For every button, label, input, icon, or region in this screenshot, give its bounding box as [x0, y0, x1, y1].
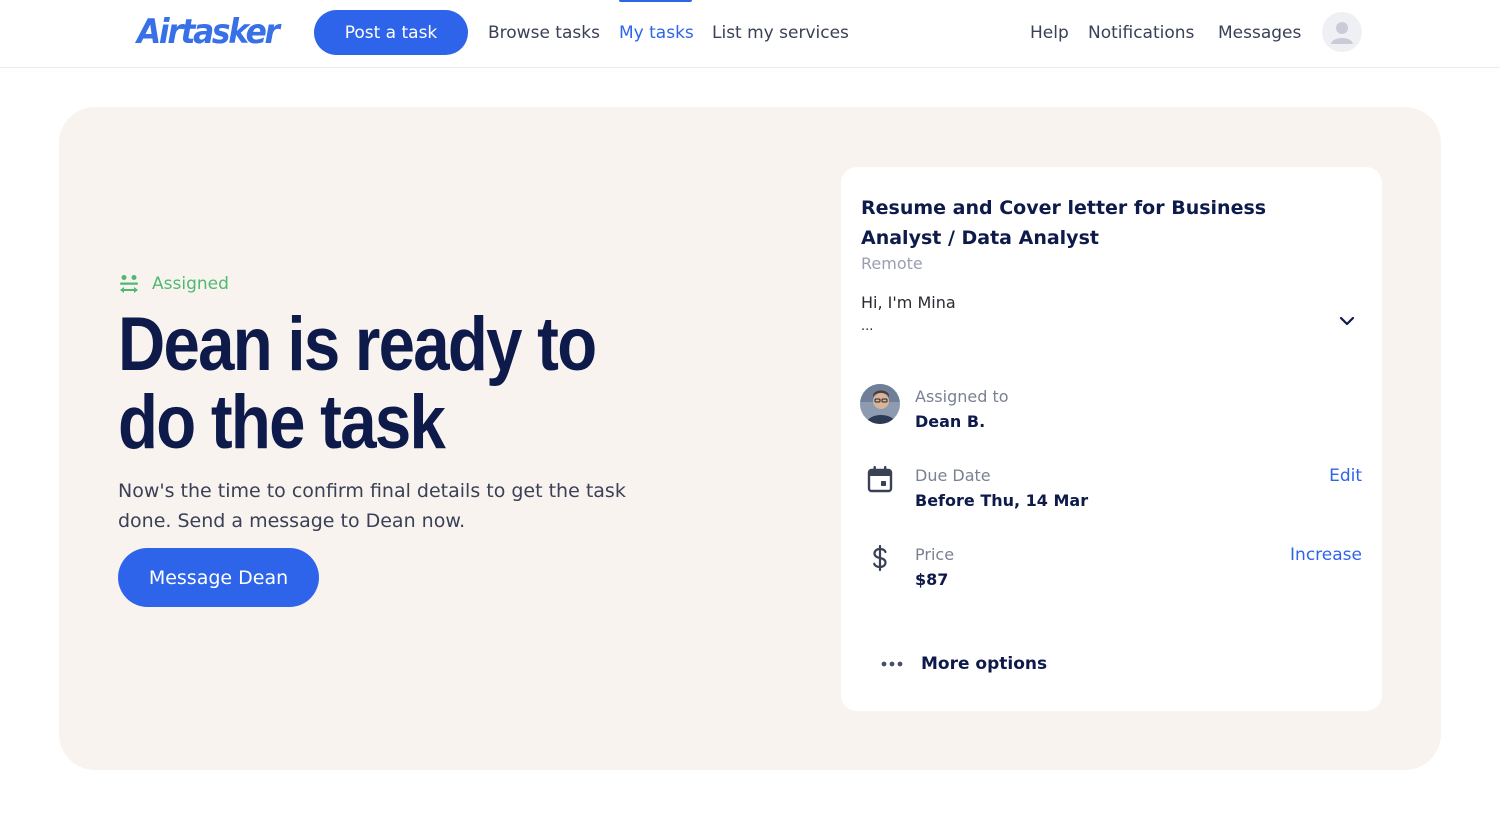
nav-browse-tasks[interactable]: Browse tasks: [488, 22, 600, 44]
more-options-button[interactable]: More options: [881, 652, 1047, 676]
assigned-to-label: Assigned to: [915, 387, 1009, 406]
nav-notifications[interactable]: Notifications: [1088, 22, 1194, 44]
tasker-avatar[interactable]: [860, 384, 900, 424]
price-label: Price: [915, 545, 955, 564]
user-avatar[interactable]: [1322, 12, 1362, 52]
dollar-icon: [873, 544, 887, 572]
nav-messages[interactable]: Messages: [1218, 22, 1301, 44]
more-options-label: More options: [921, 654, 1048, 674]
tasker-photo-icon: [860, 384, 900, 424]
expand-description-button[interactable]: [1335, 309, 1359, 333]
message-dean-button[interactable]: Message Dean: [118, 548, 319, 607]
hero-description: Now's the time to confirm final details …: [118, 480, 626, 532]
more-dots-icon: [881, 661, 903, 667]
due-date-value: Before Thu, 14 Mar: [915, 491, 1089, 510]
status-label: Assigned: [152, 274, 229, 294]
active-tab-indicator: [619, 0, 692, 2]
user-silhouette-icon: [1331, 22, 1353, 44]
task-summary-card: Resume and Cover letter for Business Ana…: [841, 167, 1382, 711]
airtasker-logo[interactable]: Airtasker: [137, 10, 280, 54]
assigned-to-value[interactable]: Dean B.: [915, 411, 1009, 433]
due-date-row: Due Date Before Thu, 14 Mar: [915, 465, 1088, 512]
post-task-button[interactable]: Post a task: [314, 10, 468, 55]
nav-list-my-services[interactable]: List my services: [712, 22, 849, 44]
status-badge: Assigned: [118, 272, 229, 296]
dollar-icon-wrap: [860, 538, 900, 578]
due-date-label: Due Date: [915, 466, 991, 485]
assigned-to-row: Assigned to Dean B.: [915, 386, 1009, 433]
increase-price-link[interactable]: Increase: [1290, 544, 1362, 566]
task-description-ellipsis: ...: [861, 319, 874, 334]
assigned-people-icon: [120, 275, 138, 293]
nav-help[interactable]: Help: [1030, 22, 1069, 44]
top-navigation: Airtasker Post a task Browse tasks My ta…: [0, 0, 1500, 68]
calendar-icon-wrap: [860, 459, 900, 499]
task-title[interactable]: Resume and Cover letter for Business Ana…: [861, 193, 1341, 253]
chevron-down-icon: [1339, 316, 1355, 326]
calendar-icon: [867, 466, 893, 493]
nav-my-tasks[interactable]: My tasks: [619, 22, 694, 44]
price-row: Price $87: [915, 544, 954, 591]
page-title: Dean is ready to do the task: [118, 302, 597, 465]
task-description: Hi, I'm Mina: [861, 293, 956, 312]
task-location: Remote: [861, 254, 923, 273]
edit-due-date-link[interactable]: Edit: [1329, 465, 1362, 487]
price-value: $87: [915, 570, 949, 589]
